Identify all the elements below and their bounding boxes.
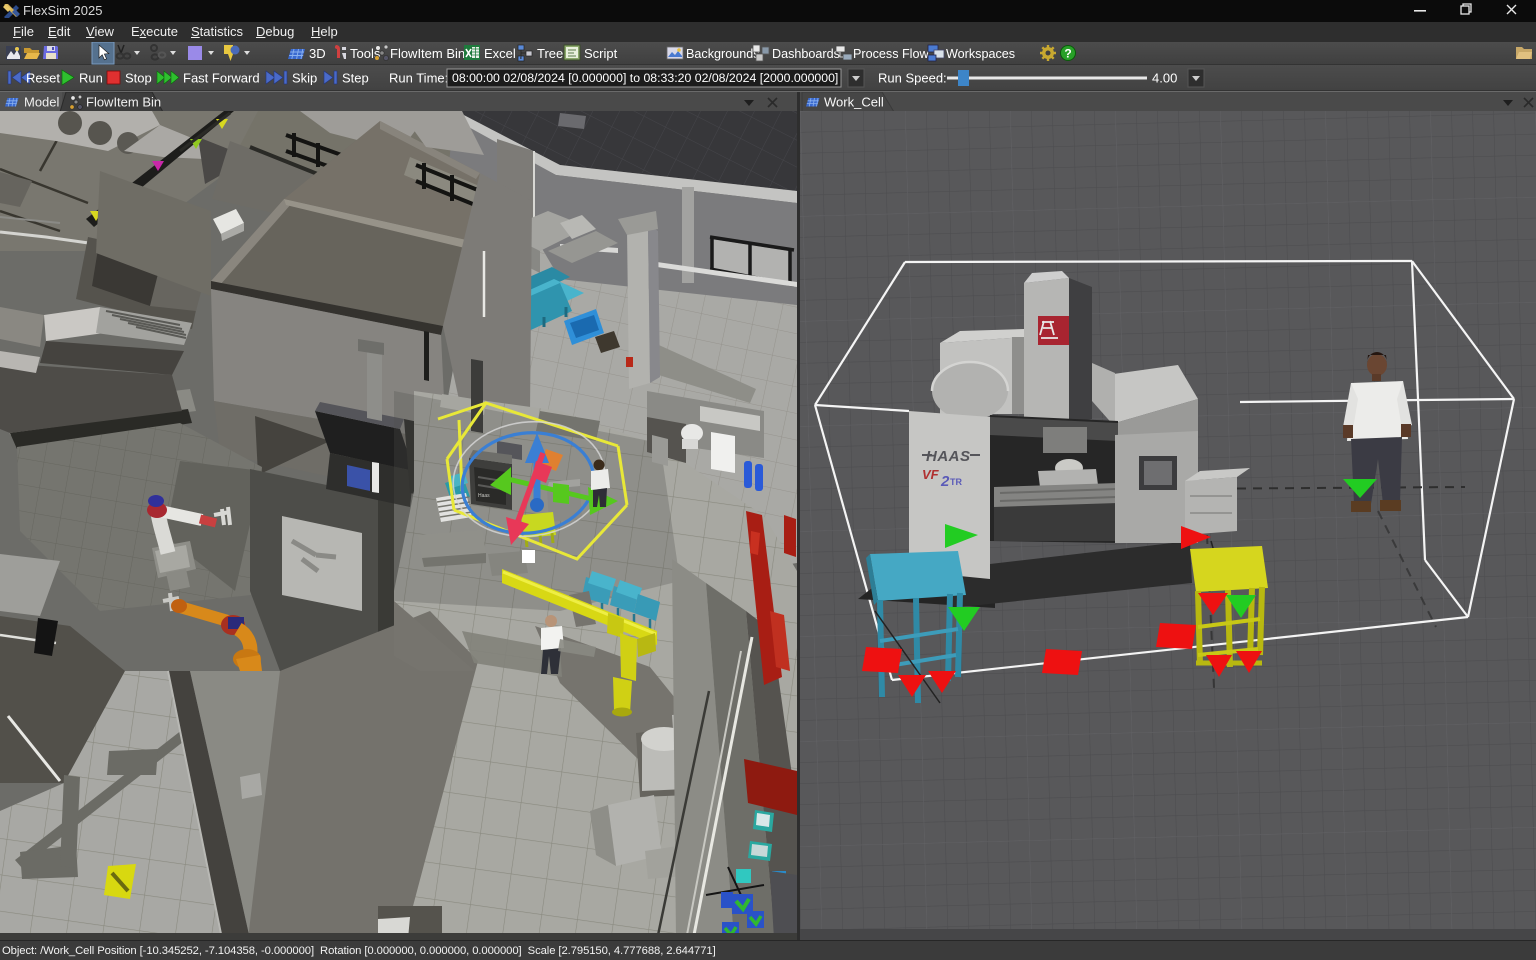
svg-text:Process Flow: Process Flow (853, 47, 929, 61)
svg-text:VF: VF (922, 467, 940, 482)
svg-text:3D: 3D (309, 46, 326, 61)
svg-text:FlowItem Bin: FlowItem Bin (390, 46, 465, 61)
svg-text:Backgrounds: Backgrounds (686, 47, 760, 61)
svg-text:Run Speed:: Run Speed: (878, 71, 947, 86)
svg-text:FlowItem Bin: FlowItem Bin (86, 95, 161, 110)
svg-text:HAAS: HAAS (926, 448, 971, 465)
svg-text:?: ? (1064, 47, 1071, 61)
svg-text:Model: Model (24, 95, 60, 110)
svg-text:Reset: Reset (26, 71, 60, 86)
svg-text:Tree: Tree (537, 46, 563, 61)
svg-text:Skip: Skip (292, 71, 317, 86)
svg-text:4.00: 4.00 (1152, 71, 1177, 86)
svg-text:Step: Step (342, 71, 369, 86)
svg-text:Haas: Haas (478, 493, 490, 499)
svg-text:Work_Cell: Work_Cell (824, 95, 884, 110)
svg-text:Run Time:: Run Time: (389, 71, 448, 86)
svg-text:2: 2 (940, 473, 950, 490)
svg-text:Fast Forward: Fast Forward (183, 71, 260, 86)
svg-text:Run: Run (79, 71, 103, 86)
svg-text:Dashboards: Dashboards (772, 47, 840, 61)
svg-text:Stop: Stop (125, 71, 152, 86)
svg-text:Script: Script (584, 46, 618, 61)
svg-text:Workspaces: Workspaces (946, 47, 1015, 61)
svg-text:Excel: Excel (484, 46, 516, 61)
svg-text:08:00:00 02/08/2024 [0.00000: 08:00:00 02/08/2024 [0.000000] to 08:33:… (452, 71, 838, 85)
svg-text:TR: TR (950, 477, 962, 487)
